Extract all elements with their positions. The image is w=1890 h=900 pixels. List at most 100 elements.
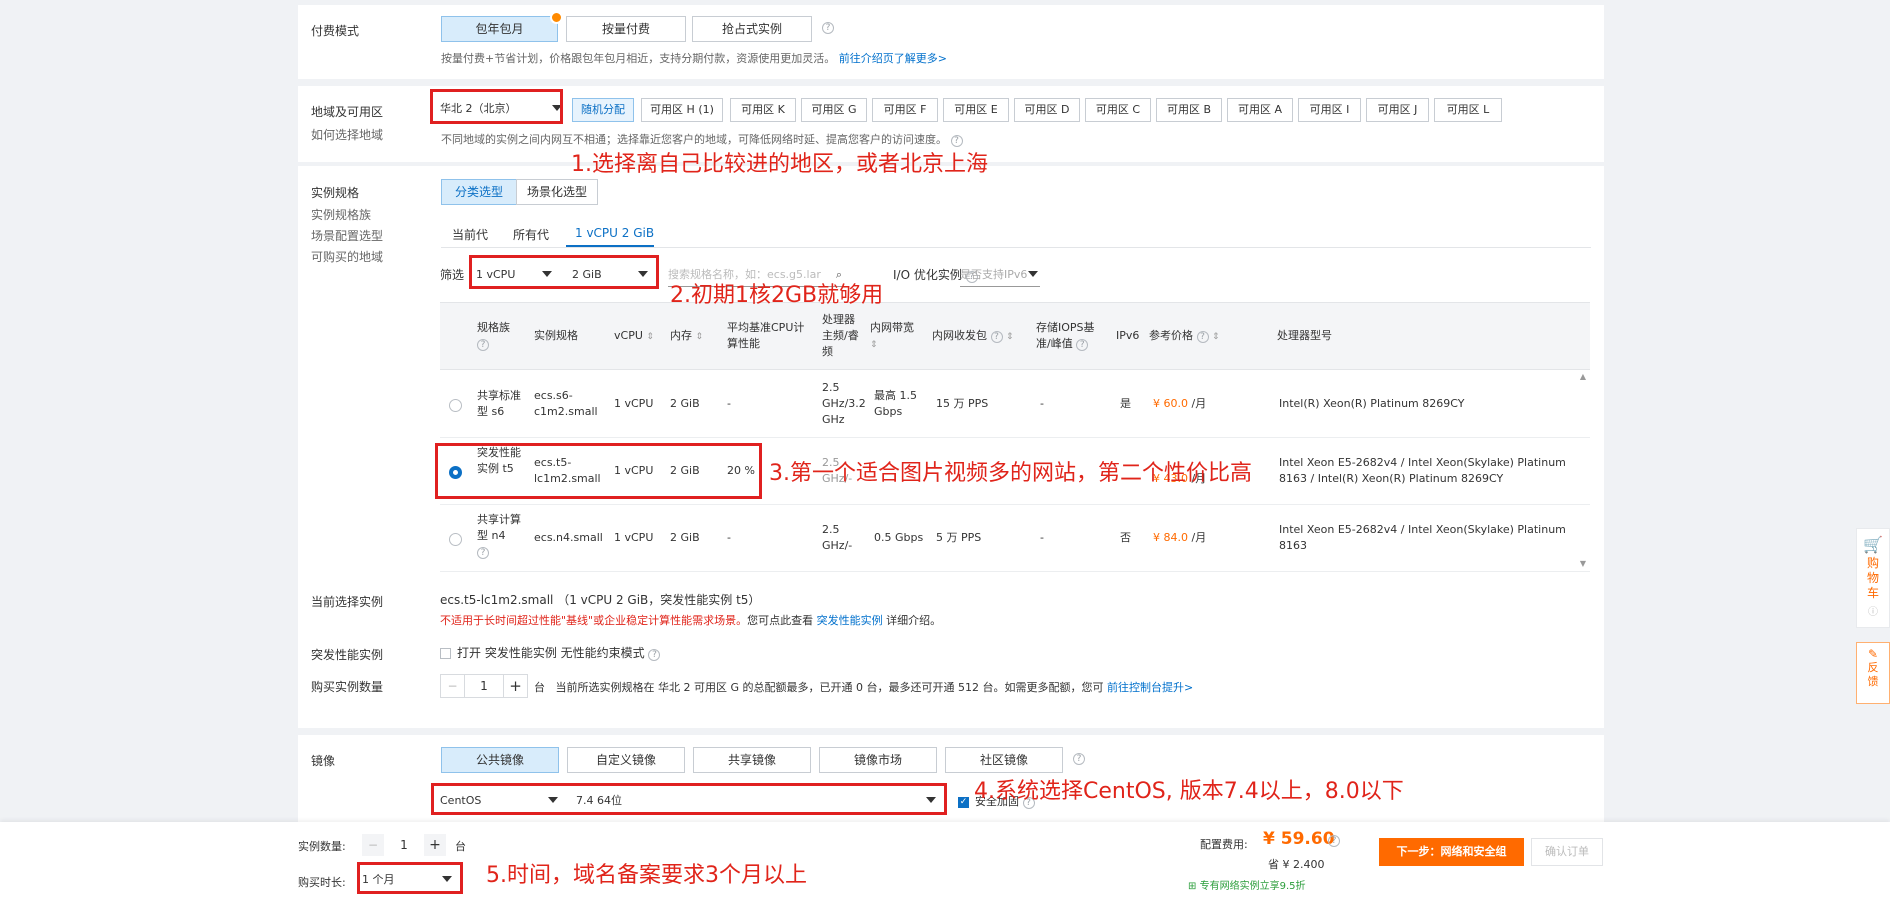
zone-d[interactable]: 可用区 D: [1014, 98, 1080, 122]
quantity-value[interactable]: 1: [465, 675, 503, 697]
help-icon[interactable]: ?: [1073, 753, 1085, 765]
checkbox-checked[interactable]: ✓: [958, 796, 969, 808]
zone-c[interactable]: 可用区 C: [1085, 98, 1151, 122]
image-tab-community[interactable]: 社区镜像: [945, 747, 1063, 773]
footer-qty-value[interactable]: 1: [384, 833, 424, 857]
subtab-1c2g[interactable]: 1 vCPU 2 GiB: [575, 226, 654, 240]
plus-icon[interactable]: +: [424, 834, 446, 856]
col-iops: 存储IOPS基准/峰值 ?: [1036, 321, 1095, 351]
quota-link[interactable]: 前往控制台提升>: [1107, 681, 1193, 694]
row-radio[interactable]: [449, 533, 462, 546]
chevron-down-icon: [1028, 271, 1038, 277]
zone-l[interactable]: 可用区 L: [1434, 98, 1502, 122]
row-cpu-model: Intel Xeon E5-2682v4 / Intel Xeon(Skylak…: [1279, 523, 1566, 552]
subtab-current[interactable]: 当前代: [452, 226, 488, 243]
col-mem: 内存 ⇕: [670, 329, 704, 342]
minus-icon[interactable]: −: [362, 834, 384, 856]
quantity-stepper[interactable]: − 1 +: [440, 674, 528, 698]
col-price: 参考价格 ? ⇕: [1149, 329, 1220, 343]
footer-qty-label: 实例数量:: [298, 840, 346, 853]
plus-icon[interactable]: +: [503, 675, 527, 697]
spec-link-regions[interactable]: 可购买的地域: [311, 248, 383, 265]
annotation-2: 2.初期1核2GB就够用: [670, 283, 884, 308]
quantity-note: 台 当前所选实例规格在 华北 2 可用区 G 的总配额最多，已开通 0 台，最多…: [534, 681, 1194, 694]
row-name: ecs.s6-c1m2.small: [534, 389, 598, 418]
sort-icon[interactable]: ⇕: [870, 340, 878, 350]
spec-link-family[interactable]: 实例规格族: [311, 206, 371, 223]
help-icon[interactable]: ?: [477, 339, 489, 351]
zone-random[interactable]: 随机分配: [572, 98, 634, 122]
burst-instance-link[interactable]: 突发性能实例: [817, 614, 883, 627]
confirm-order-button[interactable]: 确认订单: [1531, 838, 1603, 866]
sort-icon[interactable]: ⇕: [1006, 332, 1014, 342]
next-button[interactable]: 下一步：网络和安全组: [1379, 838, 1524, 866]
spec-link-scenario[interactable]: 场景配置选型: [311, 227, 383, 244]
help-icon[interactable]: ?: [648, 649, 661, 661]
zone-h[interactable]: 可用区 H (1): [641, 98, 723, 122]
zone-f[interactable]: 可用区 F: [872, 98, 938, 122]
help-icon[interactable]: ?: [822, 22, 834, 34]
row-mem: 2 GiB: [670, 531, 700, 544]
burst-option[interactable]: 打开 突发性能实例 无性能约束模式 ?: [440, 644, 661, 661]
feedback-tab[interactable]: ✎ 反馈: [1856, 642, 1890, 704]
subtab-underline: [441, 247, 1591, 248]
subtab-active-bar: [566, 245, 654, 247]
savings: 省 ¥ 2.400: [1268, 858, 1325, 871]
billing-note-link[interactable]: 前往介绍页了解更多>: [839, 52, 947, 65]
image-tab-public[interactable]: 公共镜像: [441, 747, 559, 773]
row-vcpu: 1 vCPU: [614, 531, 654, 544]
checkbox[interactable]: [440, 648, 451, 659]
zone-a[interactable]: 可用区 A: [1227, 98, 1293, 122]
promo: ⊞ 专有网络实例立享9.5折: [1188, 881, 1306, 892]
zone-e[interactable]: 可用区 E: [943, 98, 1009, 122]
col-cpu-model: 处理器型号: [1277, 329, 1332, 342]
image-tab-shared[interactable]: 共享镜像: [693, 747, 811, 773]
spec-label: 实例规格: [311, 186, 360, 200]
billing-option-subscription[interactable]: 包年包月: [441, 11, 563, 42]
zone-j[interactable]: 可用区 J: [1366, 98, 1429, 122]
filter-label: 筛选: [440, 268, 465, 282]
row-radio[interactable]: [449, 399, 462, 412]
zone-g[interactable]: 可用区 G: [801, 98, 867, 122]
annotation-1: 1.选择离自己比较进的地区，或者北京上海: [571, 152, 988, 177]
billing-note: 按量付费+节省计划，价格跟包年包月相近，支持分期付款，资源使用更加灵活。 前往介…: [441, 52, 947, 65]
region-note: 不同地域的实例之间内网互不相通；选择靠近您客户的地域，可降低网络时延、提高您客户…: [441, 131, 963, 147]
minus-icon[interactable]: −: [441, 675, 465, 697]
billing-option-payg[interactable]: 按量付费: [566, 16, 686, 42]
zone-b[interactable]: 可用区 B: [1156, 98, 1222, 122]
zone-k[interactable]: 可用区 K: [730, 98, 796, 122]
annotation-box-filter: [469, 255, 659, 289]
current-instance-note: 不适用于长时间超过性能"基线"或企业稳定计算性能需求场景。您可点此查看 突发性能…: [440, 614, 942, 627]
help-icon[interactable]: ?: [1328, 835, 1340, 847]
image-tab-custom[interactable]: 自定义镜像: [567, 747, 685, 773]
zone-i[interactable]: 可用区 I: [1298, 98, 1361, 122]
billing-option-spot[interactable]: 抢占式实例: [692, 16, 812, 42]
help-icon[interactable]: ?: [990, 331, 1003, 343]
image-tab-market[interactable]: 镜像市场: [819, 747, 937, 773]
sort-icon[interactable]: ⇕: [1212, 332, 1220, 342]
tab-category[interactable]: 分类选型: [441, 179, 517, 205]
cart-tab[interactable]: 🛒 购物车 ⓘ: [1856, 528, 1890, 628]
ipv6-filter[interactable]: 是否支持IPv6: [960, 263, 1040, 287]
tab-scenario[interactable]: 场景化选型: [516, 179, 598, 205]
sort-icon[interactable]: ⇕: [696, 332, 704, 342]
annotation-box-region: [430, 89, 563, 124]
table-row[interactable]: 共享计算型 n4? ecs.n4.small 1 vCPU 2 GiB - 2.…: [440, 506, 1590, 572]
subtab-all[interactable]: 所有代: [513, 226, 549, 243]
col-baseline: 平均基准CPU计算性能: [727, 321, 805, 350]
gift-icon: ⊞: [1188, 881, 1197, 892]
sort-icon[interactable]: ⇕: [646, 332, 654, 342]
row-pps: 5 万 PPS: [936, 531, 982, 544]
help-icon[interactable]: ?: [1196, 331, 1209, 343]
table-scrollbar[interactable]: ▲ ▼: [1578, 372, 1588, 572]
region-help-link[interactable]: 如何选择地域: [311, 126, 383, 143]
col-name: 实例规格: [534, 329, 578, 342]
annotation-5: 5.时间，域名备案要求3个月以上: [486, 863, 807, 888]
row-ipv6: 否: [1120, 531, 1131, 544]
help-icon[interactable]: ?: [1076, 339, 1089, 351]
help-icon[interactable]: ?: [477, 547, 489, 559]
footer-qty-stepper[interactable]: − 1 +: [362, 833, 446, 857]
row-baseline: -: [727, 397, 731, 410]
table-row[interactable]: 共享标准型 s6 ecs.s6-c1m2.small 1 vCPU 2 GiB …: [440, 372, 1590, 438]
row-price: ¥ 84.0 /月: [1153, 531, 1207, 544]
